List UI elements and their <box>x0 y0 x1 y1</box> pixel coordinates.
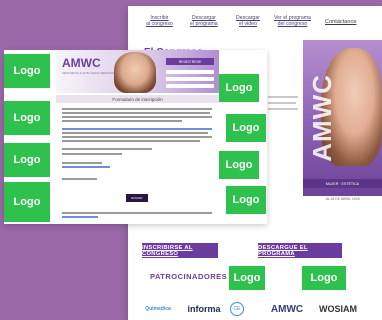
hero-strip: MUJER · ESTÉTICA <box>303 179 382 188</box>
logo-placeholder: Logo <box>4 143 50 177</box>
logo-placeholder: Logo <box>4 101 50 135</box>
body-text-line <box>268 102 296 104</box>
email-text-line <box>62 132 208 135</box>
email-text-line <box>62 136 212 139</box>
email-text-line <box>62 212 212 215</box>
sponsor-name: Quimedica <box>145 306 171 312</box>
info-pill <box>166 70 214 74</box>
model-portrait <box>114 52 156 93</box>
email-text-line <box>62 166 110 169</box>
nav-link-register[interactable]: Inscribir al congreso <box>146 15 173 27</box>
logo-placeholder: Logo <box>4 182 50 222</box>
email-text-line <box>62 120 182 123</box>
submit-button[interactable]: ENVIAR <box>126 194 148 202</box>
sponsor-logo-ce: CE <box>228 299 246 319</box>
logo-placeholder: Logo <box>226 186 266 214</box>
email-tagline: AESTHETIC & ANTI-AGING MEDICINE <box>62 71 116 75</box>
email-text-line <box>62 148 152 151</box>
amwc-logo: AMWC <box>62 56 101 70</box>
nav-link-register-line2: al congreso <box>146 21 173 27</box>
hero-image: AMWC MUJER · ESTÉTICA <box>303 40 382 196</box>
sponsors-label: PATROCINADORES <box>150 272 228 281</box>
nav-link-video[interactable]: Descargar el video <box>236 15 260 27</box>
logo-placeholder: Logo <box>226 114 266 142</box>
email-banner: AMWC AESTHETIC & ANTI-AGING MEDICINE REG… <box>56 50 219 93</box>
logo-placeholder: Logo <box>219 74 259 102</box>
nav-link-contact[interactable]: Contáctanos <box>325 19 356 25</box>
nav-link-schedule[interactable]: Ver el programa del congreso <box>274 15 311 27</box>
email-text-line <box>62 178 97 181</box>
logo-placeholder: Logo <box>302 266 346 290</box>
nav-link-video-line2: el video <box>239 21 257 27</box>
sponsor-logo-informa: informa <box>184 299 224 319</box>
email-text-line <box>62 116 212 119</box>
email-text-line <box>62 140 200 143</box>
form-title: Formulario de inscripción <box>56 95 219 103</box>
sponsor-logo-wosiam: WOSIAM <box>314 299 362 319</box>
info-pill <box>166 84 214 88</box>
email-text-line <box>62 108 212 111</box>
sponsor-logo-quimedica: Quimedica <box>136 299 180 319</box>
body-text-line <box>268 96 298 98</box>
nav-link-program-line2: el programa <box>190 21 218 27</box>
body-text-line <box>268 108 298 110</box>
sponsor-name: CE <box>230 302 244 316</box>
email-text-line <box>62 216 98 219</box>
sponsor-name: AMWC <box>270 303 304 315</box>
download-program-button[interactable]: DESCARGUE EL PROGRAMA <box>258 243 342 258</box>
hero-date: 16-18 DE ABRIL 2026 <box>325 197 360 201</box>
email-text-line <box>62 128 212 131</box>
logo-placeholder: Logo <box>219 151 259 179</box>
hero-wordmark: AMWC <box>307 74 337 162</box>
register-button[interactable]: INSCRIBIRSE AL CONGRESO <box>142 243 218 258</box>
info-pill <box>166 77 214 81</box>
email-text-line <box>62 153 122 156</box>
nav-link-schedule-line2: del congreso <box>277 21 308 27</box>
email-text-line <box>62 162 102 165</box>
sponsor-logo-amwc: AMWC <box>268 299 306 319</box>
sponsor-name: WOSIAM <box>319 304 357 314</box>
logo-placeholder: Logo <box>229 266 265 290</box>
logo-placeholder: Logo <box>4 54 50 88</box>
nav-link-program[interactable]: Descargar el programa <box>190 15 218 27</box>
register-badge: REGÍSTRESE <box>166 58 214 65</box>
email-text-line <box>62 112 210 115</box>
sponsor-name: informa <box>187 304 221 314</box>
